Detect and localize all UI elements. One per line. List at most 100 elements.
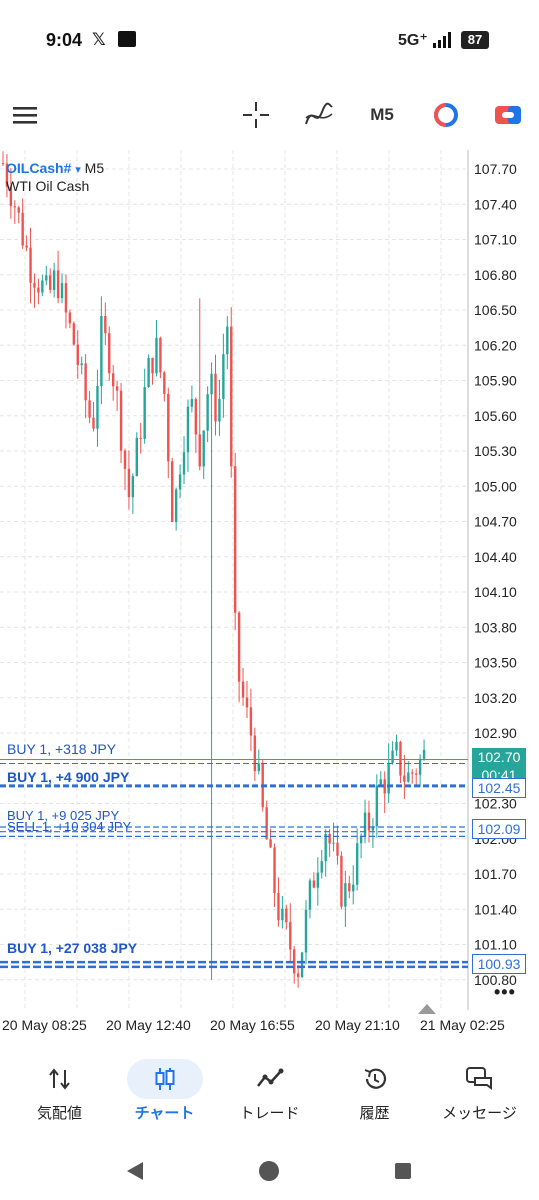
candle-body bbox=[100, 315, 103, 386]
time-label: 20 May 21:10 bbox=[315, 1017, 400, 1033]
candle-body bbox=[214, 373, 217, 422]
back-triangle-icon[interactable] bbox=[125, 1161, 145, 1181]
candle-body bbox=[277, 893, 280, 921]
candle-body bbox=[222, 354, 225, 399]
position-label[interactable]: BUY 1, +27 038 JPY bbox=[7, 940, 137, 956]
x-icon: 𝕏 bbox=[92, 30, 106, 49]
chevron-down-icon[interactable]: ▾ bbox=[75, 164, 81, 176]
candle-body bbox=[253, 735, 257, 772]
candle-body bbox=[218, 398, 221, 422]
symbol-name[interactable]: OILCash# bbox=[6, 160, 71, 176]
price-tick-label: 107.40 bbox=[474, 196, 517, 212]
candle-body bbox=[375, 785, 379, 827]
candle-body bbox=[332, 842, 335, 844]
price-tick-label: 103.80 bbox=[474, 619, 517, 635]
home-circle-icon[interactable] bbox=[258, 1160, 280, 1182]
candle-body bbox=[155, 337, 158, 374]
candle-body bbox=[352, 884, 355, 892]
candle-body bbox=[367, 812, 371, 831]
price-tick-label: 107.10 bbox=[474, 232, 517, 248]
hamburger-menu-icon[interactable] bbox=[8, 90, 42, 140]
position-label[interactable]: SELL 1, +10 304 JPY bbox=[7, 819, 131, 834]
chart-toolbar: M5 bbox=[0, 90, 539, 140]
scroll-to-end-icon[interactable] bbox=[418, 1004, 436, 1014]
price-tick-label: 101.40 bbox=[474, 901, 517, 917]
quotes-arrows-icon bbox=[22, 1059, 98, 1099]
candle-body bbox=[300, 952, 304, 977]
recents-square-icon[interactable] bbox=[394, 1162, 412, 1180]
nav-history[interactable]: 履歴 bbox=[321, 1045, 428, 1135]
chart-color-icon[interactable] bbox=[428, 90, 464, 140]
candle-body bbox=[108, 333, 111, 374]
candle-body bbox=[422, 749, 426, 759]
candle-body bbox=[418, 758, 422, 775]
candle-body bbox=[111, 373, 115, 387]
candle-body bbox=[233, 466, 237, 613]
candle-body bbox=[167, 393, 170, 462]
symbol-label[interactable]: OILCash# ▾ M5 bbox=[6, 160, 104, 176]
candle-body bbox=[403, 775, 406, 782]
one-click-trade-icon[interactable] bbox=[490, 90, 526, 140]
candle-body bbox=[151, 358, 154, 374]
more-dots-icon[interactable]: ••• bbox=[494, 982, 516, 1003]
price-tick-label: 102.90 bbox=[474, 725, 517, 741]
time-label: 21 May 02:25 bbox=[420, 1017, 505, 1033]
timeframe-button[interactable]: M5 bbox=[362, 90, 402, 140]
history-clock-icon bbox=[337, 1059, 413, 1099]
candle-body bbox=[37, 287, 40, 293]
candle-body bbox=[269, 839, 272, 848]
candle-body bbox=[21, 212, 24, 246]
candle-body bbox=[49, 275, 52, 290]
candle-body bbox=[245, 697, 249, 708]
network-indicator: 5G⁺ bbox=[398, 32, 428, 49]
position-label[interactable]: BUY 1, +4 900 JPY bbox=[7, 769, 129, 785]
candle-body bbox=[76, 344, 79, 366]
time-axis: 20 May 08:25 20 May 12:40 20 May 16:55 2… bbox=[0, 1015, 539, 1037]
candle-body bbox=[182, 452, 186, 475]
candle-body bbox=[190, 399, 194, 407]
candle-body bbox=[230, 326, 233, 467]
candle-body bbox=[241, 681, 245, 698]
nav-trade[interactable]: トレード bbox=[216, 1045, 323, 1135]
candle-body bbox=[127, 468, 131, 498]
messages-icon bbox=[442, 1059, 518, 1099]
candle-body bbox=[324, 834, 327, 862]
candle-body bbox=[143, 387, 146, 439]
candle-body bbox=[395, 741, 398, 751]
price-tick-label: 105.30 bbox=[474, 443, 517, 459]
candle-body bbox=[249, 707, 253, 736]
symbol-timeframe: M5 bbox=[84, 160, 105, 176]
candle-body bbox=[328, 834, 331, 844]
nav-quotes[interactable]: 気配値 bbox=[6, 1045, 113, 1135]
candle-body bbox=[80, 363, 83, 366]
candle-body bbox=[115, 386, 119, 391]
time-label: 20 May 16:55 bbox=[210, 1017, 295, 1033]
current-price: 102.70 bbox=[477, 749, 521, 765]
price-tick-label: 104.10 bbox=[474, 584, 517, 600]
position-price-box: 102.45 bbox=[472, 778, 526, 798]
system-navigation bbox=[0, 1140, 539, 1200]
candle-body bbox=[1, 163, 5, 165]
indicators-icon[interactable] bbox=[300, 90, 338, 140]
candlestick-chart[interactable]: 107.70 107.40 107.10 106.80 106.50 106.20 105.… bbox=[0, 150, 539, 1015]
price-tick-label: 105.00 bbox=[474, 478, 517, 494]
candle-body bbox=[92, 417, 95, 429]
candle-body bbox=[45, 275, 48, 281]
candle-body bbox=[60, 283, 64, 299]
candle-body bbox=[186, 406, 190, 453]
nav-messages[interactable]: メッセージ bbox=[426, 1045, 533, 1135]
signal-icon bbox=[433, 32, 451, 48]
candle-body bbox=[139, 437, 142, 439]
price-chart[interactable]: 107.70 107.40 107.10 106.80 106.50 106.20 105.… bbox=[0, 150, 539, 1015]
candle-body bbox=[174, 489, 178, 522]
price-tick-label: 106.80 bbox=[474, 267, 517, 283]
position-label[interactable]: BUY 1, +318 JPY bbox=[7, 741, 116, 757]
candle-body bbox=[96, 385, 99, 429]
candle-body bbox=[194, 399, 198, 435]
candle-body bbox=[178, 474, 182, 490]
candle-body bbox=[296, 973, 300, 977]
symbol-description: WTI Oil Cash bbox=[6, 178, 90, 194]
crosshair-icon[interactable] bbox=[238, 90, 274, 140]
nav-chart[interactable]: チャート bbox=[111, 1045, 218, 1135]
candle-body bbox=[348, 883, 351, 892]
